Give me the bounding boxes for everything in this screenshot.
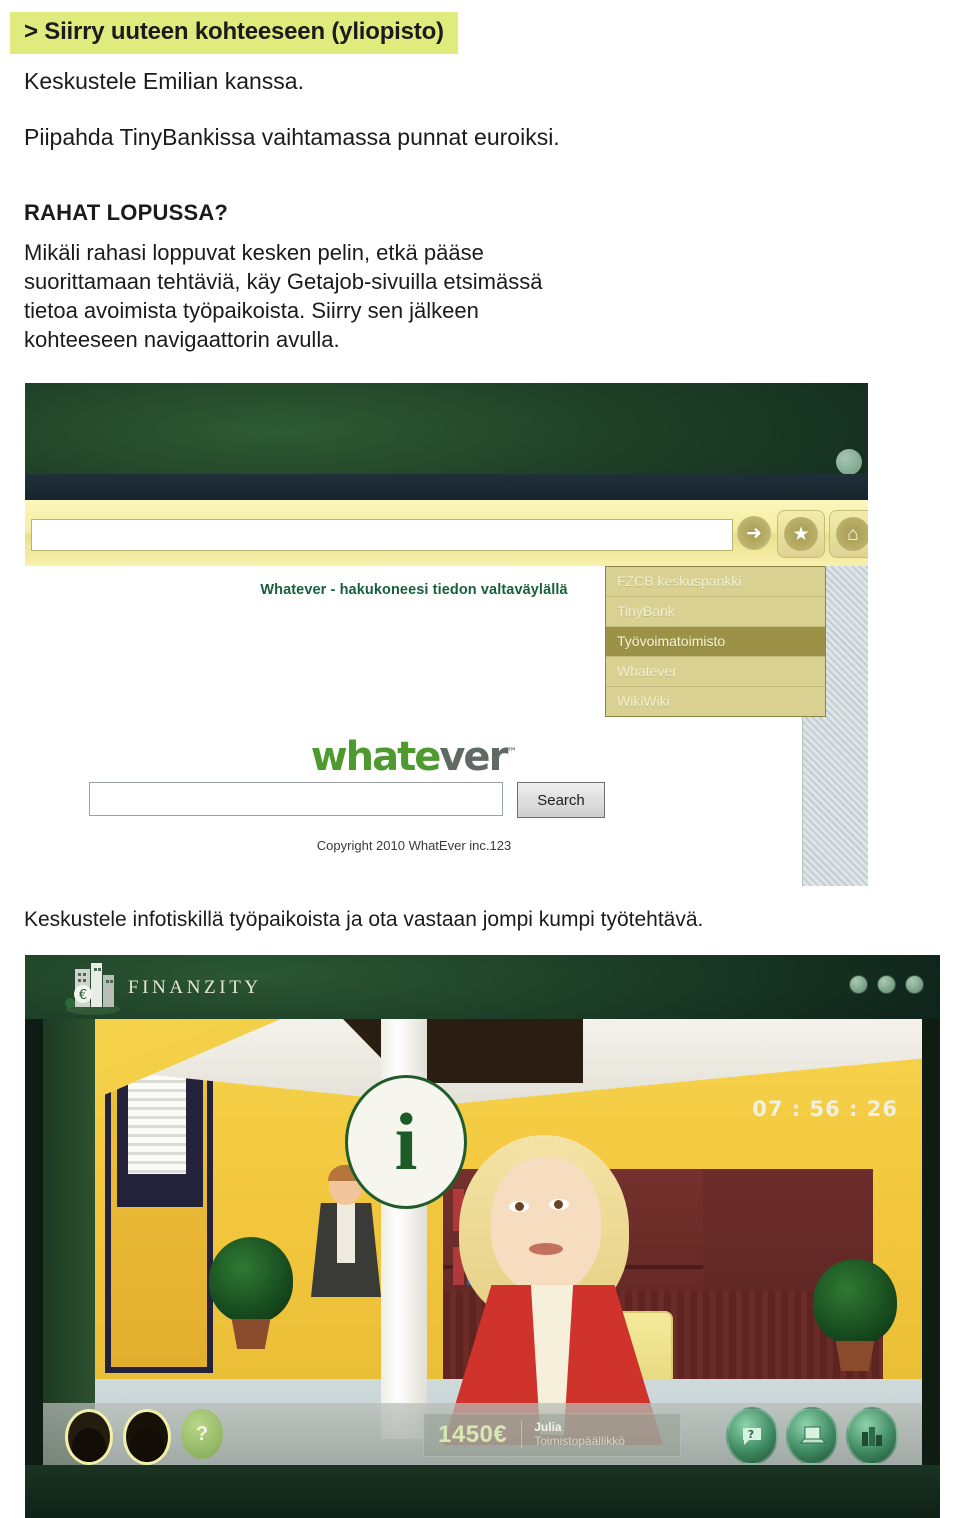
- logo-text-dark: ver: [439, 734, 508, 780]
- character-info: Julia Toimistopäällikkö: [521, 1420, 625, 1449]
- instruction-line-1: Keskustele Emilian kanssa.: [24, 68, 304, 94]
- page-title-highlight: > Siirry uuteen kohteeseen (yliopisto): [10, 12, 458, 54]
- game-sky-backdrop: [25, 383, 868, 500]
- dropdown-item-wikiwiki[interactable]: WikiWiki: [606, 687, 825, 716]
- maximize-button[interactable]: [877, 975, 896, 994]
- favorites-button[interactable]: ★: [777, 510, 825, 558]
- scene-plant-right: [812, 1259, 898, 1371]
- instruction-line-2: Piipahda TinyBankissa vaihtamassa punnat…: [24, 124, 560, 150]
- close-button[interactable]: [905, 975, 924, 994]
- section-body: Mikäli rahasi loppuvat kesken pelin, etk…: [24, 240, 543, 353]
- home-icon: ⌂: [836, 517, 868, 551]
- search-button[interactable]: Search: [517, 782, 605, 818]
- arrow-right-icon[interactable]: ➜: [737, 516, 771, 550]
- mid-caption: Keskustele infotiskillä työpaikoista ja …: [24, 908, 704, 931]
- city-buildings-euro-icon: €: [65, 963, 120, 1015]
- sky-orb-icon: [836, 449, 862, 475]
- navigator-dropdown[interactable]: FZCB keskuspankki TinyBank Työvoimatoimi…: [605, 566, 826, 717]
- dropdown-item-whatever[interactable]: Whatever: [606, 657, 825, 687]
- dropdown-item-fzcb[interactable]: FZCB keskuspankki: [606, 567, 825, 597]
- game-footer: [25, 1465, 940, 1518]
- hud-right-icons: ?: [726, 1407, 898, 1465]
- scene-left-wall: [43, 1019, 95, 1465]
- game-timer: 07 : 56 : 26: [752, 1097, 898, 1121]
- home-glyph: ⌂: [847, 523, 859, 545]
- logo-tm: ™: [506, 745, 518, 759]
- character-role: Toimistopäällikkö: [534, 1434, 625, 1448]
- chat-bubble-icon[interactable]: ?: [726, 1407, 778, 1465]
- dropdown-item-tinybank[interactable]: TinyBank: [606, 597, 825, 627]
- brand-title: FINANZITY: [128, 977, 262, 998]
- help-question-icon[interactable]: ?: [181, 1409, 223, 1459]
- game-header: € FINANZITY: [25, 955, 940, 1019]
- hud-left-icons: ?: [65, 1409, 223, 1465]
- scene-character-julia[interactable]: [443, 1135, 663, 1445]
- star-icon: ★: [784, 517, 818, 551]
- svg-text:€: €: [79, 988, 87, 1003]
- search-row: Search: [89, 782, 609, 818]
- svg-text:?: ?: [748, 1428, 754, 1441]
- whatever-logo: whatever™: [25, 734, 803, 780]
- portrait-avatar-2[interactable]: [123, 1409, 171, 1465]
- copyright-text: Copyright 2010 WhatEver inc.123: [316, 838, 512, 853]
- address-bar-input[interactable]: [31, 519, 733, 551]
- finanzity-game-screenshot: € FINANZITY i 07: 56: 26 ? 1450€ Julia…: [25, 955, 940, 1518]
- game-hud-bar: ? 1450€ Julia Toimistopäällikkö ?: [43, 1403, 922, 1465]
- section-heading: RAHAT LOPUSSA?: [24, 200, 229, 225]
- info-sign-letter: i: [394, 1096, 418, 1188]
- character-name: Julia: [534, 1420, 562, 1435]
- scene-plant-left: [203, 1231, 299, 1349]
- game-scene: i 07 : 56 : 26: [43, 1019, 922, 1465]
- star-glyph: ★: [792, 523, 810, 545]
- city-icon[interactable]: [846, 1407, 898, 1465]
- window-controls[interactable]: [849, 975, 924, 994]
- laptop-glyph: [800, 1426, 825, 1444]
- search-input[interactable]: [89, 782, 503, 816]
- browser-screenshot: ➜ ★ ⌂ Whatever - hakukoneesi tiedon valt…: [25, 383, 868, 886]
- money-amount: 1450€: [438, 1421, 508, 1448]
- laptop-icon[interactable]: [786, 1407, 838, 1465]
- logo-text-green: whate: [310, 734, 442, 780]
- home-button[interactable]: ⌂: [829, 510, 868, 558]
- city-glyph: [862, 1427, 882, 1446]
- chat-bubble-glyph: ?: [743, 1428, 761, 1445]
- browser-toolbar: ➜ ★ ⌂: [25, 500, 868, 568]
- arrow-right-glyph: ➜: [746, 522, 762, 544]
- dropdown-item-tyovoimatoimisto[interactable]: Työvoimatoimisto: [606, 627, 825, 657]
- portrait-avatar-1[interactable]: [65, 1409, 113, 1465]
- minimize-button[interactable]: [849, 975, 868, 994]
- hud-status-box: 1450€ Julia Toimistopäällikkö: [423, 1413, 681, 1457]
